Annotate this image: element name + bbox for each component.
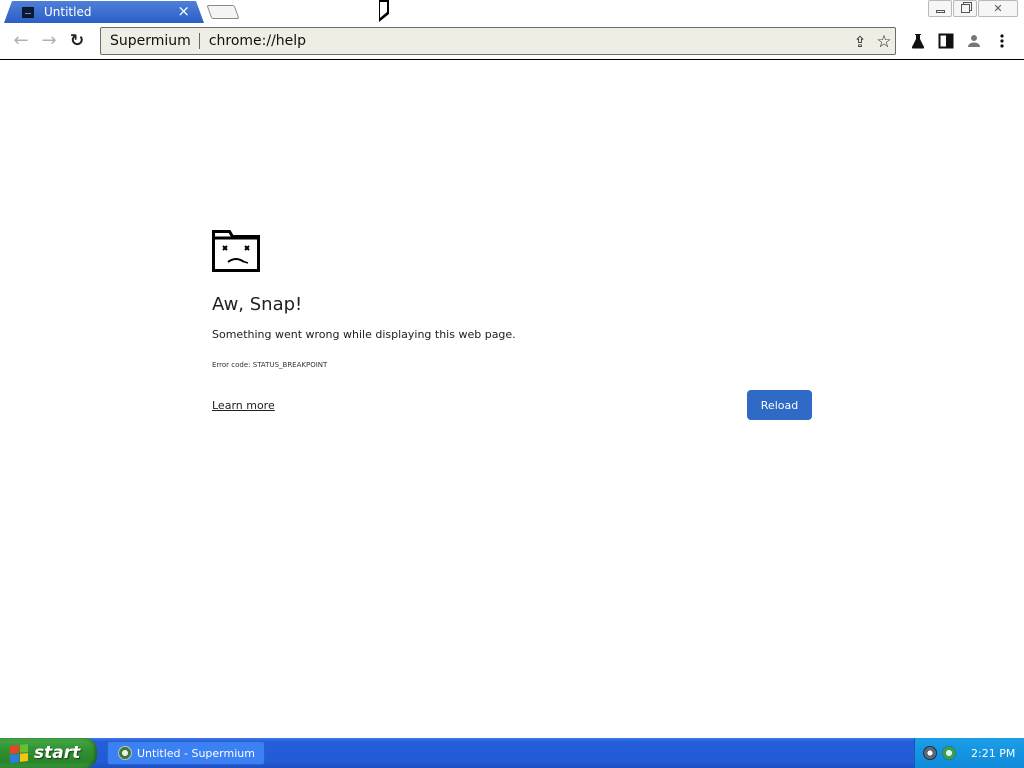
system-tray: 2:21 PM: [914, 738, 1024, 768]
bookmark-star-icon[interactable]: ☆: [875, 33, 893, 51]
windows-logo-icon: [10, 743, 28, 763]
minimize-icon: [935, 10, 945, 13]
menu-icon[interactable]: [993, 32, 1011, 50]
maximize-button[interactable]: [953, 0, 977, 17]
back-button[interactable]: ←: [10, 30, 32, 52]
error-title: Aw, Snap!: [212, 294, 303, 315]
taskbar-item-supermium[interactable]: Untitled - Supermium: [107, 741, 265, 765]
tab-strip: Untitled × ✕: [0, 0, 1024, 23]
sad-tab-favicon-icon: [22, 6, 34, 18]
omnibox-site-chip[interactable]: Supermium: [101, 33, 200, 49]
reload-page-button[interactable]: Reload: [747, 390, 812, 420]
restore-icon: [960, 4, 970, 13]
taskbar: start Untitled - Supermium 2:21 PM: [0, 738, 1024, 768]
reload-button[interactable]: ↻: [66, 30, 88, 52]
safely-remove-tray-icon[interactable]: [942, 746, 956, 760]
flask-icon[interactable]: [909, 32, 927, 50]
tab-close-icon[interactable]: ×: [177, 4, 190, 19]
forward-button[interactable]: →: [38, 30, 60, 52]
start-button[interactable]: start: [0, 738, 97, 768]
new-tab-button[interactable]: [206, 5, 240, 19]
tab-title: Untitled: [44, 5, 92, 19]
side-panel-icon[interactable]: [937, 32, 955, 50]
error-code: Error code: STATUS_BREAKPOINT: [212, 361, 328, 369]
start-label: start: [34, 743, 81, 763]
browser-toolbar: ← → ↻ Supermium chrome://help ⇪ ☆: [0, 23, 1024, 60]
omnibox-url[interactable]: chrome://help: [200, 33, 306, 49]
address-bar[interactable]: Supermium chrome://help ⇪ ☆: [100, 27, 896, 55]
network-tray-icon[interactable]: [923, 746, 937, 760]
error-message: Something went wrong while displaying th…: [212, 328, 516, 341]
close-icon: ✕: [993, 2, 1003, 15]
clock[interactable]: 2:21 PM: [971, 747, 1015, 760]
taskbar-item-label: Untitled - Supermium: [137, 746, 255, 760]
supermium-app-icon: [118, 746, 132, 760]
tab-untitled[interactable]: Untitled ×: [4, 1, 204, 23]
minimize-button[interactable]: [928, 0, 952, 17]
share-icon[interactable]: ⇪: [851, 33, 869, 51]
close-window-button[interactable]: ✕: [978, 0, 1018, 17]
learn-more-link[interactable]: Learn more: [212, 399, 275, 412]
sad-folder-icon: [212, 230, 260, 272]
profile-icon[interactable]: [965, 32, 983, 50]
